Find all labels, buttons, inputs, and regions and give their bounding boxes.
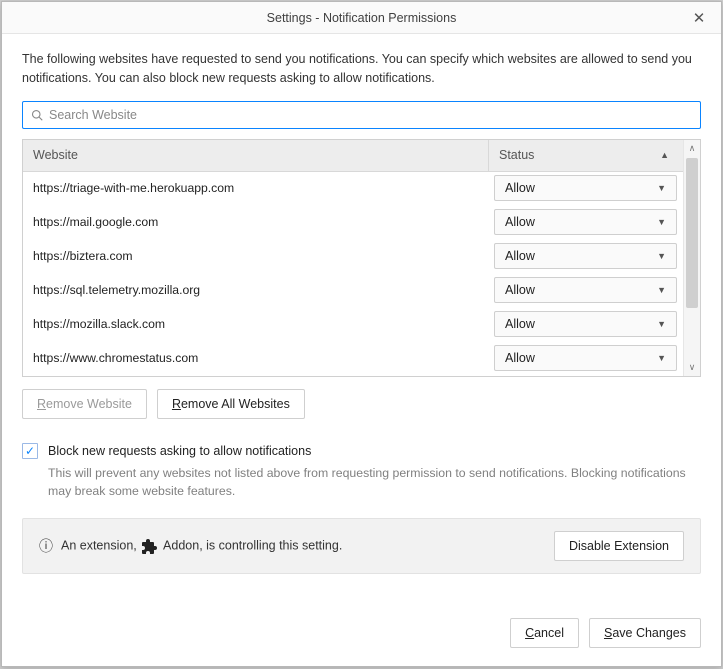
scroll-down-icon[interactable]: ∨ <box>684 359 700 376</box>
scroll-thumb[interactable] <box>686 158 698 308</box>
extension-notice-text: An extension, Addon, is controlling this… <box>61 538 546 554</box>
puzzle-icon <box>142 538 158 554</box>
chevron-down-icon: ▼ <box>657 319 666 329</box>
info-icon: ⓘ <box>39 536 53 556</box>
remove-buttons-row: Remove Website Remove All Websites <box>22 389 701 419</box>
block-requests-checkbox[interactable]: ✓ <box>22 443 38 459</box>
table-row[interactable]: https://triage-with-me.herokuapp.com All… <box>23 172 683 206</box>
status-dropdown[interactable]: Allow ▼ <box>494 243 677 269</box>
search-icon <box>31 109 43 121</box>
titlebar: Settings - Notification Permissions ✕ <box>2 2 721 34</box>
table-row[interactable]: https://sql.telemetry.mozilla.org Allow … <box>23 274 683 308</box>
dialog-content: The following websites have requested to… <box>2 34 721 604</box>
website-cell: https://sql.telemetry.mozilla.org <box>23 283 488 297</box>
block-requests-section: ✓ Block new requests asking to allow not… <box>22 443 701 501</box>
column-header-status[interactable]: Status ▲ <box>488 140 683 171</box>
table-row[interactable]: https://www.chromestatus.com Allow ▼ <box>23 342 683 376</box>
table-header: Website Status ▲ <box>23 140 683 172</box>
chevron-down-icon: ▼ <box>657 285 666 295</box>
status-dropdown[interactable]: Allow ▼ <box>494 345 677 371</box>
website-cell: https://mozilla.slack.com <box>23 317 488 331</box>
website-cell: https://biztera.com <box>23 249 488 263</box>
cancel-button[interactable]: Cancel <box>510 618 579 648</box>
close-icon: ✕ <box>693 9 706 27</box>
chevron-down-icon: ▼ <box>657 353 666 363</box>
website-table: Website Status ▲ https://triage-with-me.… <box>22 139 701 377</box>
column-header-website[interactable]: Website <box>23 148 488 162</box>
table-row[interactable]: https://mozilla.slack.com Allow ▼ <box>23 308 683 342</box>
dialog-title: Settings - Notification Permissions <box>46 11 677 25</box>
scroll-up-icon[interactable]: ∧ <box>684 140 700 157</box>
chevron-down-icon: ▼ <box>657 217 666 227</box>
status-dropdown[interactable]: Allow ▼ <box>494 311 677 337</box>
search-input[interactable] <box>49 108 692 122</box>
dialog-footer: Cancel Save Changes <box>2 604 721 666</box>
website-cell: https://triage-with-me.herokuapp.com <box>23 181 488 195</box>
chevron-down-icon: ▼ <box>657 183 666 193</box>
search-field[interactable] <box>22 101 701 129</box>
chevron-down-icon: ▼ <box>657 251 666 261</box>
remove-website-button[interactable]: Remove Website <box>22 389 147 419</box>
sort-indicator-icon: ▲ <box>660 150 669 160</box>
save-changes-button[interactable]: Save Changes <box>589 618 701 648</box>
close-button[interactable]: ✕ <box>677 2 721 34</box>
website-cell: https://mail.google.com <box>23 215 488 229</box>
status-dropdown[interactable]: Allow ▼ <box>494 175 677 201</box>
table-row[interactable]: https://mail.google.com Allow ▼ <box>23 206 683 240</box>
remove-all-websites-button[interactable]: Remove All Websites <box>157 389 305 419</box>
vertical-scrollbar[interactable]: ∧ ∨ <box>683 140 700 376</box>
status-dropdown[interactable]: Allow ▼ <box>494 209 677 235</box>
status-dropdown[interactable]: Allow ▼ <box>494 277 677 303</box>
block-requests-description: This will prevent any websites not liste… <box>48 465 701 501</box>
extension-notice: ⓘ An extension, Addon, is controlling th… <box>22 518 701 574</box>
block-requests-label[interactable]: Block new requests asking to allow notif… <box>48 444 311 458</box>
disable-extension-button[interactable]: Disable Extension <box>554 531 684 561</box>
check-icon: ✓ <box>25 444 35 458</box>
description-text: The following websites have requested to… <box>22 50 701 89</box>
website-cell: https://www.chromestatus.com <box>23 351 488 365</box>
settings-dialog: Settings - Notification Permissions ✕ Th… <box>1 1 722 667</box>
table-row[interactable]: https://biztera.com Allow ▼ <box>23 240 683 274</box>
table-body: https://triage-with-me.herokuapp.com All… <box>23 172 683 376</box>
